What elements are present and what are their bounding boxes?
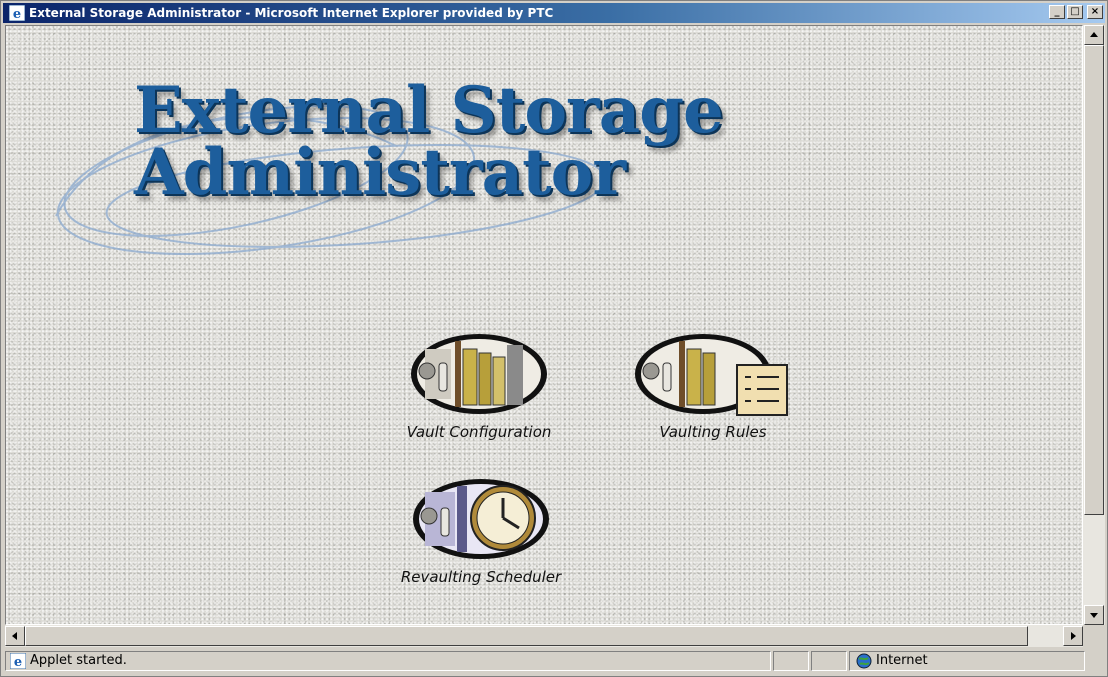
horizontal-scroll-thumb[interactable] — [25, 626, 1028, 646]
security-zone-pane: Internet — [849, 651, 1085, 671]
status-message: Applet started. — [30, 653, 127, 668]
arrow-up-icon — [1090, 32, 1098, 37]
revaulting-scheduler-label: Revaulting Scheduler — [400, 568, 562, 586]
vault-configuration-link[interactable]: Vault Configuration — [364, 331, 594, 441]
scroll-right-button[interactable] — [1063, 626, 1083, 646]
close-icon: × — [1090, 6, 1100, 17]
minimize-icon: _ — [1054, 6, 1060, 17]
page-title: External Storage Administrator — [134, 73, 724, 210]
vault-checklist-icon — [635, 334, 788, 416]
minimize-button[interactable]: _ — [1049, 5, 1065, 19]
maximize-button[interactable]: □ — [1067, 5, 1083, 19]
page-content: External Storage Administrator Vault Con… — [5, 25, 1083, 625]
scroll-up-button[interactable] — [1084, 25, 1104, 45]
revaulting-scheduler-link[interactable]: Revaulting Scheduler — [356, 476, 606, 586]
horizontal-scrollbar[interactable] — [5, 625, 1083, 647]
maximize-icon: □ — [1070, 6, 1080, 17]
page-loaded-icon: e — [10, 653, 26, 669]
status-bar: e Applet started. Internet — [3, 649, 1105, 673]
globe-icon — [856, 653, 872, 669]
vaulting-rules-label: Vaulting Rules — [659, 423, 767, 441]
browser-window: e External Storage Administrator - Micro… — [0, 0, 1108, 677]
security-zone-label: Internet — [876, 653, 928, 668]
status-message-pane: e Applet started. — [5, 651, 771, 671]
internet-explorer-icon: e — [9, 5, 25, 21]
arrow-left-icon — [12, 632, 17, 640]
page-title-line1: External Storage — [134, 73, 724, 148]
scroll-left-button[interactable] — [5, 626, 25, 646]
svg-text:e: e — [13, 7, 21, 21]
close-button[interactable]: × — [1087, 5, 1103, 19]
svg-text:e: e — [14, 655, 22, 669]
page-title-line2: Administrator — [134, 135, 626, 210]
vertical-scrollbar[interactable] — [1083, 25, 1105, 625]
status-pane-empty-1 — [773, 651, 809, 671]
title-bar[interactable]: e External Storage Administrator - Micro… — [3, 3, 1105, 23]
vaulting-rules-link[interactable]: Vaulting Rules — [628, 331, 798, 441]
vault-clock-icon — [413, 479, 549, 559]
vault-folders-icon — [411, 334, 547, 414]
vault-configuration-label: Vault Configuration — [406, 423, 552, 441]
scrollbar-corner — [1083, 625, 1105, 647]
arrow-right-icon — [1071, 632, 1076, 640]
vertical-scroll-thumb[interactable] — [1084, 45, 1104, 515]
arrow-down-icon — [1090, 613, 1098, 618]
status-pane-empty-2 — [811, 651, 847, 671]
window-title: External Storage Administrator - Microso… — [29, 6, 554, 20]
scroll-down-button[interactable] — [1084, 605, 1104, 625]
